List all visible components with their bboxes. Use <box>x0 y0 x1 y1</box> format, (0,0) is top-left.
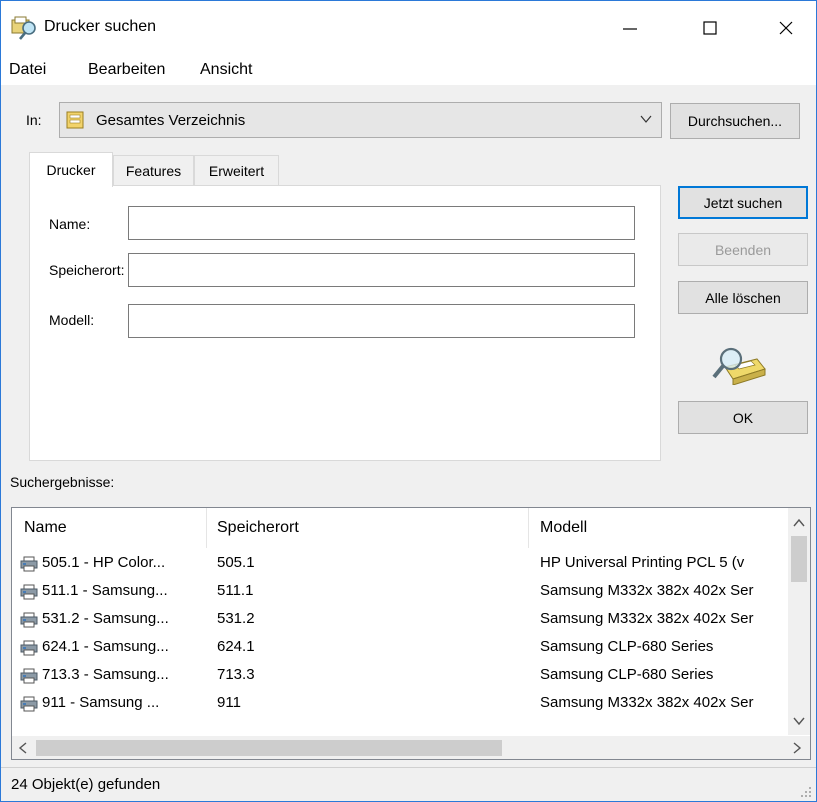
cell-location: 531.2 <box>217 610 255 627</box>
menu-edit[interactable]: Bearbeiten <box>88 61 165 79</box>
directory-icon <box>66 111 84 129</box>
printer-icon <box>20 640 38 656</box>
scroll-right-icon[interactable] <box>788 739 806 757</box>
cell-name: 713.3 - Samsung... <box>42 666 169 683</box>
printer-icon <box>20 696 38 712</box>
resize-grip-icon[interactable] <box>800 786 812 798</box>
table-row[interactable]: 531.2 - Samsung... 531.2 Samsung M332x 382… <box>12 606 786 633</box>
cell-name: 511.1 - Samsung... <box>42 582 168 599</box>
scope-label: In: <box>26 112 42 128</box>
cell-model: Samsung M332x 382x 402x Ser <box>540 582 754 599</box>
printer-icon <box>20 612 38 628</box>
printer-icon <box>20 556 38 572</box>
browse-button[interactable]: Durchsuchen... <box>670 103 800 139</box>
column-header-name[interactable]: Name <box>24 508 67 548</box>
column-header-model[interactable]: Modell <box>540 508 587 548</box>
clear-all-label: Alle löschen <box>705 289 781 306</box>
cell-location: 511.1 <box>217 582 254 599</box>
table-row[interactable]: 505.1 - HP Color... 505.1 HP Universal Pri… <box>12 550 786 577</box>
printer-icon <box>20 668 38 684</box>
column-header-location[interactable]: Speicherort <box>217 508 299 548</box>
cell-model: Samsung CLP-680 Series <box>540 638 714 655</box>
column-header-model-label: Modell <box>540 519 588 536</box>
menu-file[interactable]: Datei <box>9 61 46 79</box>
menu-view[interactable]: Ansicht <box>200 61 252 79</box>
scope-dropdown[interactable]: Gesamtes Verzeichnis <box>59 102 662 138</box>
close-button[interactable] <box>757 1 815 55</box>
cell-location: 505.1 <box>217 554 255 571</box>
tab-features-label: Features <box>125 163 182 179</box>
column-divider[interactable] <box>528 508 529 548</box>
chevron-down-icon <box>640 115 652 123</box>
vertical-scroll-thumb[interactable] <box>791 536 807 582</box>
location-label: Speicherort: <box>49 262 125 278</box>
menu-bar: Datei Bearbeiten Ansicht <box>1 55 816 85</box>
column-header-location-label: Speicherort <box>217 519 299 536</box>
search-now-button[interactable]: Jetzt suchen <box>678 186 808 219</box>
model-field[interactable] <box>128 304 635 338</box>
minimize-button[interactable] <box>601 1 659 55</box>
name-label: Name: <box>49 216 91 232</box>
column-divider[interactable] <box>206 508 207 548</box>
ok-label: OK <box>732 409 754 426</box>
cell-model: Samsung M332x 382x 402x Ser <box>540 694 754 711</box>
table-row[interactable]: 624.1 - Samsung... 624.1 Samsung CLP-680 S… <box>12 634 786 661</box>
cell-name: 624.1 - Samsung... <box>42 638 169 655</box>
scroll-up-icon[interactable] <box>790 514 808 532</box>
cell-model: Samsung CLP-680 Series <box>540 666 714 683</box>
maximize-button[interactable] <box>681 1 739 55</box>
scope-value: Gesamtes Verzeichnis <box>96 112 246 129</box>
cell-model: HP Universal Printing PCL 5 (v <box>540 554 745 571</box>
table-row[interactable]: 713.3 - Samsung... 713.3 Samsung CLP-680 S… <box>12 662 786 689</box>
magnifier-printer-icon <box>712 347 766 385</box>
column-header-name-label: Name <box>24 519 67 536</box>
browse-button-label: Durchsuchen... <box>687 113 783 129</box>
horizontal-scrollbar[interactable] <box>12 736 810 759</box>
clear-all-button[interactable]: Alle löschen <box>678 281 808 314</box>
tab-drucker[interactable]: Drucker <box>29 152 113 187</box>
vertical-scrollbar[interactable] <box>788 508 810 735</box>
minimize-icon <box>623 28 637 30</box>
search-now-label: Jetzt suchen <box>703 194 783 211</box>
tab-drucker-label: Drucker <box>46 162 96 178</box>
location-field[interactable] <box>128 253 635 287</box>
cell-name: 911 - Samsung ... <box>42 694 160 711</box>
cell-location: 713.3 <box>217 666 255 683</box>
maximize-icon <box>703 21 717 35</box>
scroll-down-icon[interactable] <box>790 712 808 730</box>
tab-features[interactable]: Features <box>113 155 194 186</box>
name-field[interactable] <box>128 206 635 240</box>
status-text: 24 Objekt(e) gefunden <box>11 776 161 793</box>
window-title: Drucker suchen <box>44 18 157 35</box>
status-bar: 24 Objekt(e) gefunden <box>1 767 816 801</box>
tab-erweitert[interactable]: Erweitert <box>194 155 279 186</box>
model-label: Modell: <box>49 312 95 328</box>
table-row[interactable]: 511.1 - Samsung... 511.1 Samsung M332x 382… <box>12 578 786 605</box>
printer-search-icon <box>11 16 36 40</box>
ok-button[interactable]: OK <box>678 401 808 434</box>
table-row[interactable]: 911 - Samsung ... 911 Samsung M332x 382x 4… <box>12 690 786 717</box>
find-printers-window: Drucker suchen Datei Bearbeiten Ansicht … <box>0 0 817 802</box>
results-label: Suchergebnisse: <box>10 474 115 490</box>
close-icon <box>779 21 793 35</box>
tab-erweitert-label: Erweitert <box>208 163 265 179</box>
horizontal-scroll-thumb[interactable] <box>36 740 502 756</box>
printer-icon <box>20 584 38 600</box>
scroll-left-icon[interactable] <box>14 739 32 757</box>
title-bar[interactable]: Drucker suchen <box>1 1 816 55</box>
cell-name: 505.1 - HP Color... <box>42 554 166 571</box>
results-list[interactable]: Name Speicherort Modell 505.1 - HP Color… <box>11 507 811 760</box>
cell-location: 624.1 <box>217 638 255 655</box>
cell-location: 911 <box>217 694 241 711</box>
stop-button: Beenden <box>678 233 808 266</box>
cell-name: 531.2 - Samsung... <box>42 610 169 627</box>
cell-model: Samsung M332x 382x 402x Ser <box>540 610 754 627</box>
stop-label: Beenden <box>714 241 772 258</box>
